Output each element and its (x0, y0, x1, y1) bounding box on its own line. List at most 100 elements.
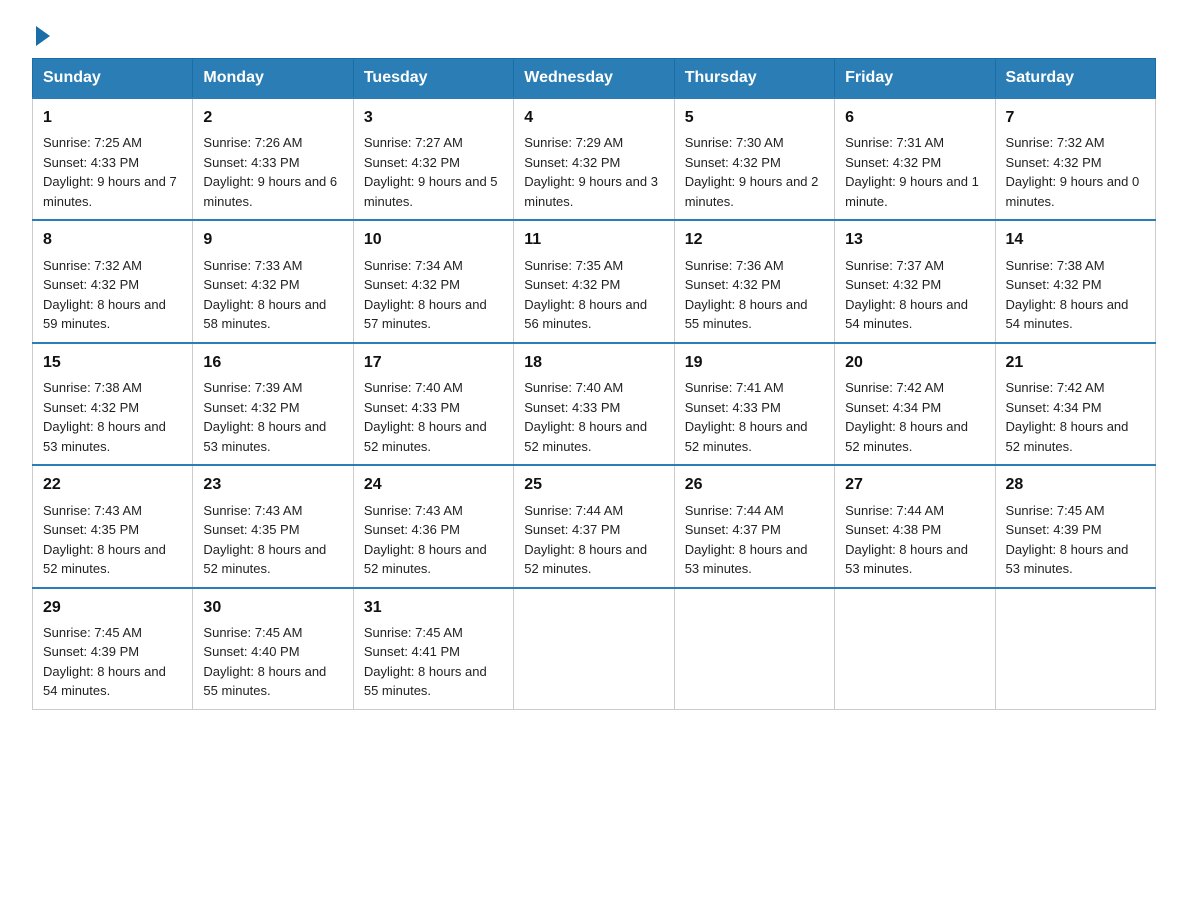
calendar-cell: 19 Sunrise: 7:41 AMSunset: 4:33 PMDayligh… (674, 343, 834, 465)
calendar-cell (674, 588, 834, 710)
day-info: Sunrise: 7:43 AMSunset: 4:35 PMDaylight:… (203, 501, 342, 579)
day-info: Sunrise: 7:45 AMSunset: 4:39 PMDaylight:… (43, 623, 182, 701)
logo-triangle-icon (36, 26, 50, 46)
calendar-header-wednesday: Wednesday (514, 59, 674, 99)
day-number: 23 (203, 474, 342, 496)
day-number: 4 (524, 107, 663, 129)
calendar-cell: 20 Sunrise: 7:42 AMSunset: 4:34 PMDayligh… (835, 343, 995, 465)
header (32, 24, 1156, 40)
day-info: Sunrise: 7:30 AMSunset: 4:32 PMDaylight:… (685, 133, 824, 211)
day-number: 14 (1006, 229, 1145, 251)
logo (32, 24, 50, 40)
day-info: Sunrise: 7:45 AMSunset: 4:40 PMDaylight:… (203, 623, 342, 701)
calendar-cell: 28Sunrise: 7:45 AMSunset: 4:39 PMDayligh… (995, 465, 1155, 587)
calendar-cell: 6 Sunrise: 7:31 AMSunset: 4:32 PMDaylight… (835, 98, 995, 220)
day-info: Sunrise: 7:42 AMSunset: 4:34 PMDaylight:… (1006, 378, 1145, 456)
day-info: Sunrise: 7:32 AMSunset: 4:32 PMDaylight:… (43, 256, 182, 334)
day-info: Sunrise: 7:35 AMSunset: 4:32 PMDaylight:… (524, 256, 663, 334)
calendar-week-row: 22 Sunrise: 7:43 AMSunset: 4:35 PMDayligh… (33, 465, 1156, 587)
calendar-table: SundayMondayTuesdayWednesdayThursdayFrid… (32, 58, 1156, 710)
day-number: 22 (43, 474, 182, 496)
day-number: 21 (1006, 352, 1145, 374)
day-number: 25 (524, 474, 663, 496)
day-info: Sunrise: 7:41 AMSunset: 4:33 PMDaylight:… (685, 378, 824, 456)
day-number: 18 (524, 352, 663, 374)
day-number: 24 (364, 474, 503, 496)
day-info: Sunrise: 7:40 AMSunset: 4:33 PMDaylight:… (364, 378, 503, 456)
day-info: Sunrise: 7:39 AMSunset: 4:32 PMDaylight:… (203, 378, 342, 456)
calendar-cell: 13 Sunrise: 7:37 AMSunset: 4:32 PMDayligh… (835, 220, 995, 342)
calendar-cell: 8 Sunrise: 7:32 AMSunset: 4:32 PMDaylight… (33, 220, 193, 342)
calendar-cell: 29Sunrise: 7:45 AMSunset: 4:39 PMDayligh… (33, 588, 193, 710)
calendar-cell (835, 588, 995, 710)
day-info: Sunrise: 7:34 AMSunset: 4:32 PMDaylight:… (364, 256, 503, 334)
calendar-cell (514, 588, 674, 710)
day-number: 19 (685, 352, 824, 374)
day-number: 27 (845, 474, 984, 496)
calendar-cell: 23 Sunrise: 7:43 AMSunset: 4:35 PMDayligh… (193, 465, 353, 587)
calendar-cell: 14Sunrise: 7:38 AMSunset: 4:32 PMDayligh… (995, 220, 1155, 342)
day-number: 11 (524, 229, 663, 251)
day-number: 5 (685, 107, 824, 129)
day-info: Sunrise: 7:44 AMSunset: 4:37 PMDaylight:… (685, 501, 824, 579)
calendar-header-saturday: Saturday (995, 59, 1155, 99)
day-info: Sunrise: 7:37 AMSunset: 4:32 PMDaylight:… (845, 256, 984, 334)
calendar-cell: 26 Sunrise: 7:44 AMSunset: 4:37 PMDayligh… (674, 465, 834, 587)
calendar-cell: 24 Sunrise: 7:43 AMSunset: 4:36 PMDayligh… (353, 465, 513, 587)
calendar-cell: 17Sunrise: 7:40 AMSunset: 4:33 PMDayligh… (353, 343, 513, 465)
day-number: 8 (43, 229, 182, 251)
calendar-cell: 15 Sunrise: 7:38 AMSunset: 4:32 PMDayligh… (33, 343, 193, 465)
day-info: Sunrise: 7:43 AMSunset: 4:36 PMDaylight:… (364, 501, 503, 579)
day-info: Sunrise: 7:44 AMSunset: 4:37 PMDaylight:… (524, 501, 663, 579)
calendar-cell: 12Sunrise: 7:36 AMSunset: 4:32 PMDayligh… (674, 220, 834, 342)
calendar-cell (995, 588, 1155, 710)
calendar-cell: 16 Sunrise: 7:39 AMSunset: 4:32 PMDayligh… (193, 343, 353, 465)
day-info: Sunrise: 7:44 AMSunset: 4:38 PMDaylight:… (845, 501, 984, 579)
calendar-cell: 11 Sunrise: 7:35 AMSunset: 4:32 PMDayligh… (514, 220, 674, 342)
day-number: 2 (203, 107, 342, 129)
day-info: Sunrise: 7:45 AMSunset: 4:41 PMDaylight:… (364, 623, 503, 701)
day-number: 6 (845, 107, 984, 129)
calendar-cell: 30Sunrise: 7:45 AMSunset: 4:40 PMDayligh… (193, 588, 353, 710)
day-number: 13 (845, 229, 984, 251)
calendar-week-row: 8 Sunrise: 7:32 AMSunset: 4:32 PMDaylight… (33, 220, 1156, 342)
day-info: Sunrise: 7:32 AMSunset: 4:32 PMDaylight:… (1006, 133, 1145, 211)
day-number: 20 (845, 352, 984, 374)
calendar-cell: 25 Sunrise: 7:44 AMSunset: 4:37 PMDayligh… (514, 465, 674, 587)
day-number: 16 (203, 352, 342, 374)
day-info: Sunrise: 7:45 AMSunset: 4:39 PMDaylight:… (1006, 501, 1145, 579)
calendar-cell: 3Sunrise: 7:27 AMSunset: 4:32 PMDaylight… (353, 98, 513, 220)
calendar-week-row: 1 Sunrise: 7:25 AMSunset: 4:33 PMDaylight… (33, 98, 1156, 220)
calendar-cell: 1 Sunrise: 7:25 AMSunset: 4:33 PMDaylight… (33, 98, 193, 220)
calendar-header-monday: Monday (193, 59, 353, 99)
calendar-cell: 10 Sunrise: 7:34 AMSunset: 4:32 PMDayligh… (353, 220, 513, 342)
day-info: Sunrise: 7:43 AMSunset: 4:35 PMDaylight:… (43, 501, 182, 579)
day-info: Sunrise: 7:25 AMSunset: 4:33 PMDaylight:… (43, 133, 182, 211)
day-number: 10 (364, 229, 503, 251)
calendar-header-tuesday: Tuesday (353, 59, 513, 99)
calendar-header-thursday: Thursday (674, 59, 834, 99)
day-info: Sunrise: 7:26 AMSunset: 4:33 PMDaylight:… (203, 133, 342, 211)
calendar-header-friday: Friday (835, 59, 995, 99)
calendar-cell: 5 Sunrise: 7:30 AMSunset: 4:32 PMDaylight… (674, 98, 834, 220)
calendar-cell: 22 Sunrise: 7:43 AMSunset: 4:35 PMDayligh… (33, 465, 193, 587)
calendar-week-row: 29Sunrise: 7:45 AMSunset: 4:39 PMDayligh… (33, 588, 1156, 710)
day-info: Sunrise: 7:29 AMSunset: 4:32 PMDaylight:… (524, 133, 663, 211)
calendar-cell: 7 Sunrise: 7:32 AMSunset: 4:32 PMDaylight… (995, 98, 1155, 220)
day-info: Sunrise: 7:27 AMSunset: 4:32 PMDaylight:… (364, 133, 503, 211)
day-number: 1 (43, 107, 182, 129)
day-info: Sunrise: 7:42 AMSunset: 4:34 PMDaylight:… (845, 378, 984, 456)
calendar-header-sunday: Sunday (33, 59, 193, 99)
day-number: 12 (685, 229, 824, 251)
day-number: 15 (43, 352, 182, 374)
day-info: Sunrise: 7:31 AMSunset: 4:32 PMDaylight:… (845, 133, 984, 211)
day-info: Sunrise: 7:38 AMSunset: 4:32 PMDaylight:… (43, 378, 182, 456)
calendar-cell: 2 Sunrise: 7:26 AMSunset: 4:33 PMDaylight… (193, 98, 353, 220)
day-number: 26 (685, 474, 824, 496)
day-number: 7 (1006, 107, 1145, 129)
day-number: 9 (203, 229, 342, 251)
calendar-cell: 27 Sunrise: 7:44 AMSunset: 4:38 PMDayligh… (835, 465, 995, 587)
day-info: Sunrise: 7:33 AMSunset: 4:32 PMDaylight:… (203, 256, 342, 334)
calendar-header-row: SundayMondayTuesdayWednesdayThursdayFrid… (33, 59, 1156, 99)
calendar-cell: 18Sunrise: 7:40 AMSunset: 4:33 PMDayligh… (514, 343, 674, 465)
